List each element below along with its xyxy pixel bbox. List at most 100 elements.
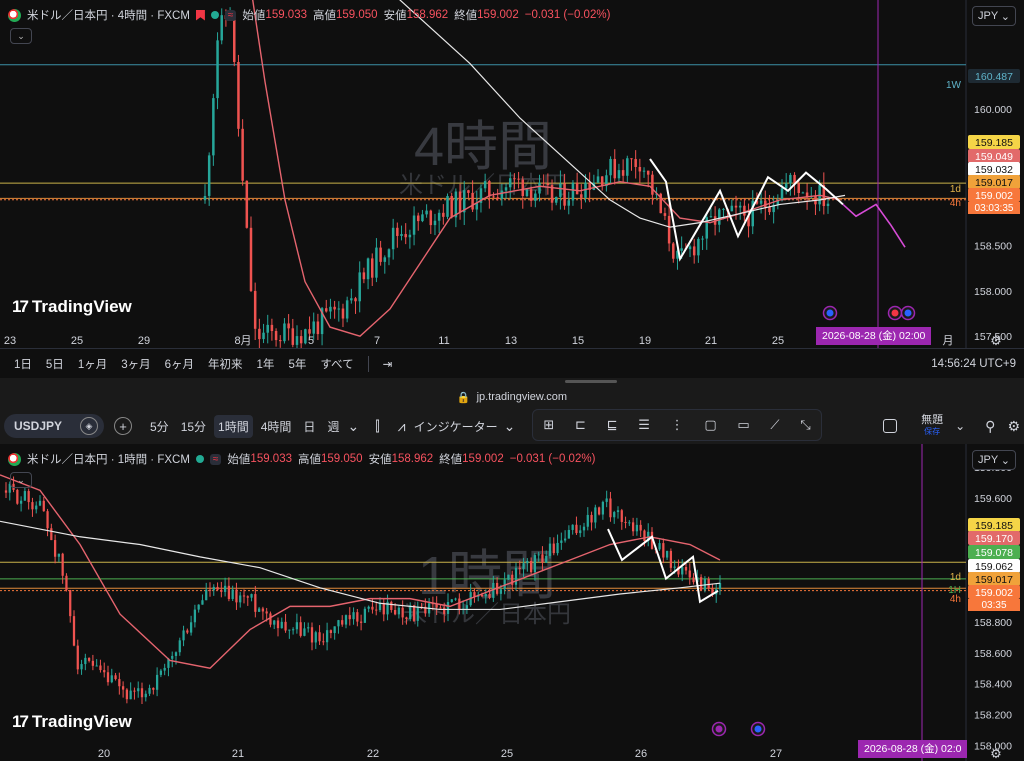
tv-logo-icon: 17: [12, 297, 29, 316]
candle-body: [106, 672, 110, 683]
indicators-icon[interactable]: ⩘: [398, 418, 406, 435]
url-text[interactable]: jp.tradingview.com: [477, 391, 568, 403]
fib-tool-icon[interactable]: ☰: [638, 417, 650, 433]
candle-body: [594, 507, 597, 523]
chart-1h-panel[interactable]: 1時間米ドル／日本円159.800159.600159.400158.80015…: [0, 444, 1024, 761]
layout-name-button[interactable]: 無題 保存: [921, 415, 943, 437]
candle-body: [446, 195, 449, 217]
interval-5m[interactable]: 5分: [146, 415, 173, 438]
interval-4h[interactable]: 4時間: [257, 415, 296, 438]
candle-body: [182, 630, 185, 641]
economic-event-flag-icon: [715, 725, 723, 733]
legend-title[interactable]: 米ドル／日本円 · 1時間 · FXCM: [27, 451, 190, 467]
candle-body: [722, 208, 725, 210]
candle-body: [526, 560, 529, 564]
indicators-button[interactable]: インジケーター: [410, 415, 502, 438]
candle-body: [344, 615, 348, 625]
economic-event-flag-icon: [891, 309, 899, 317]
candle-body: [416, 215, 420, 222]
interval-chevron-icon[interactable]: ⌄: [347, 418, 359, 435]
candle-body: [284, 621, 287, 631]
candle-style-icon[interactable]: ⫿: [375, 418, 379, 435]
candle-body: [31, 502, 34, 510]
open-label: 始値: [242, 10, 266, 22]
comment-tool-icon[interactable]: ▭: [737, 417, 749, 433]
candle-body: [348, 615, 351, 620]
range-1m[interactable]: 1ヶ月: [78, 356, 107, 372]
collapse-legend-button[interactable]: ⌄: [10, 472, 32, 488]
high-value: 159.050: [321, 453, 363, 465]
candle-body: [69, 590, 72, 617]
candle-body: [412, 215, 416, 235]
candle-body: [152, 687, 155, 690]
legend-title[interactable]: 米ドル／日本円 · 4時間 · FXCM: [27, 7, 190, 23]
price-tag-label: 159.062: [975, 561, 1013, 573]
chart-4h-canvas[interactable]: 4時間米ドル／日本円161.000160.000158.500158.00015…: [0, 0, 1024, 348]
currency-selector[interactable]: JPY ⌄: [972, 450, 1016, 470]
address-bar[interactable]: 🔒 jp.tradingview.com: [0, 386, 1024, 408]
trendline-tool-icon[interactable]: ⊏: [575, 417, 586, 433]
time-axis-label: 25: [772, 335, 784, 347]
crosshair-tool-icon[interactable]: ⊞: [543, 417, 554, 433]
rectangle-tool-icon[interactable]: ▢: [704, 417, 716, 433]
range-3m[interactable]: 3ヶ月: [121, 356, 150, 372]
settings-icon[interactable]: ⚙: [1007, 418, 1020, 435]
candle-body: [575, 182, 579, 195]
indicators-chevron-icon[interactable]: ⌄: [504, 418, 516, 435]
candle-body: [662, 543, 665, 558]
low-label: 安値: [368, 454, 392, 466]
quick-search-icon[interactable]: ⚲: [985, 418, 995, 435]
candle-body: [518, 567, 521, 569]
range-6m[interactable]: 6ヶ月: [165, 356, 194, 372]
goto-date-icon[interactable]: ⇥: [383, 357, 393, 371]
window-resize-handle[interactable]: [565, 380, 617, 383]
candle-body: [137, 688, 140, 692]
candle-body: [274, 330, 278, 341]
candle-body: [764, 200, 767, 208]
candle-body: [525, 189, 529, 197]
candle-body: [245, 180, 249, 228]
currency-label: JPY: [978, 454, 999, 466]
interval-1h[interactable]: 1時間: [214, 414, 253, 438]
collapse-legend-button[interactable]: ⌄: [10, 28, 32, 44]
range-ytd[interactable]: 年初来: [208, 356, 243, 372]
range-5y[interactable]: 5年: [288, 356, 306, 372]
tradingview-logo[interactable]: 17 TradingView: [12, 712, 132, 732]
range-1y[interactable]: 1年: [257, 356, 275, 372]
path-tool-icon[interactable]: ⤡: [800, 417, 810, 433]
candle-body: [76, 645, 79, 670]
candle-body: [42, 500, 45, 512]
candle-body: [541, 554, 544, 563]
interval-week[interactable]: 週: [323, 415, 343, 438]
layout-chevron-icon[interactable]: ⌄: [955, 419, 965, 433]
interval-15m[interactable]: 15分: [177, 415, 210, 438]
candle-body: [542, 182, 545, 184]
range-5d[interactable]: 5日: [46, 356, 64, 372]
candle-body: [233, 17, 236, 62]
line-tool-icon[interactable]: ⟋: [770, 417, 779, 433]
candle-body: [709, 216, 713, 218]
interval-day[interactable]: 日: [299, 415, 319, 438]
range-all[interactable]: すべて: [320, 356, 353, 372]
candle-body: [239, 595, 242, 603]
range-1d[interactable]: 1日: [14, 356, 32, 372]
currency-selector[interactable]: JPY ⌄: [972, 6, 1016, 26]
chart-4h-panel[interactable]: 4時間米ドル／日本円161.000160.000158.500158.00015…: [0, 0, 1024, 378]
candle-body: [57, 553, 61, 557]
price-range-icon[interactable]: ⊑: [607, 417, 618, 433]
close-value: 159.002: [477, 9, 519, 21]
tradingview-logo[interactable]: 17 TradingView: [12, 297, 132, 317]
clock[interactable]: 14:56:24 UTC+9: [931, 358, 1016, 370]
candle-body: [467, 190, 470, 193]
pattern-tool-icon[interactable]: ⋮: [671, 417, 684, 433]
candle-body: [287, 323, 290, 329]
symbol-search-button[interactable]: USDJPY ◈: [4, 414, 104, 438]
chart-1h-canvas[interactable]: 1時間米ドル／日本円159.800159.600159.400158.80015…: [0, 444, 1024, 761]
compare-add-icon[interactable]: +: [114, 417, 132, 435]
candle-body: [826, 203, 830, 207]
candle-body: [488, 593, 491, 598]
candle-body: [560, 540, 563, 543]
candle-body: [65, 575, 68, 591]
layout-icon[interactable]: [883, 419, 898, 433]
candle-body: [437, 212, 441, 221]
